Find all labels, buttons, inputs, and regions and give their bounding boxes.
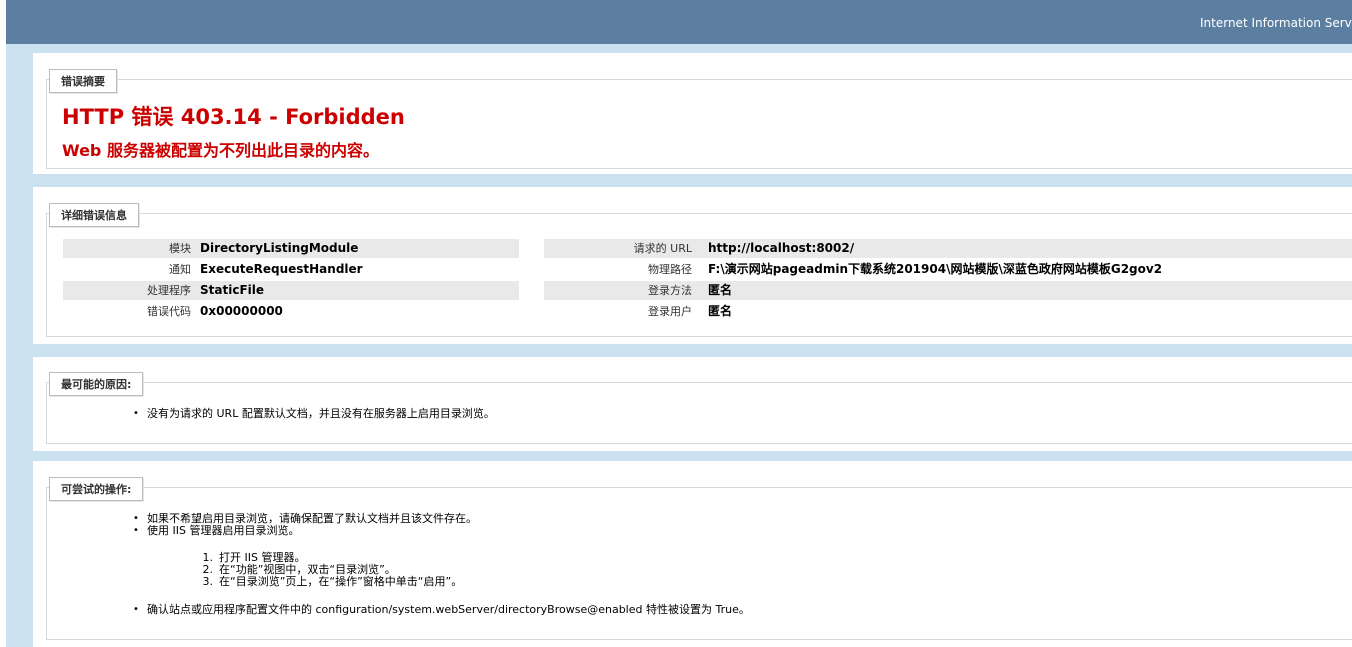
- detail-value: DirectoryListingModule: [200, 241, 359, 255]
- detail-value: StaticFile: [200, 283, 265, 297]
- detail-value: 匿名: [708, 283, 733, 297]
- causes-box: 最可能的原因: 没有为请求的 URL 配置默认文档，并且没有在服务器上启用目录浏…: [33, 357, 1352, 451]
- causes-legend: 最可能的原因:: [49, 372, 144, 396]
- actions-legend: 可尝试的操作:: [49, 477, 144, 501]
- page-header: Internet Information Serv: [6, 0, 1352, 44]
- detail-key: 登录方法: [648, 284, 692, 297]
- cause-item: 没有为请求的 URL 配置默认文档，并且没有在服务器上启用目录浏览。: [133, 408, 495, 421]
- detail-row-physical-path: 物理路径 F:\演示网站pageadmin下载系统201904\网站模版\深蓝色…: [544, 260, 1352, 279]
- details-legend: 详细错误信息: [49, 203, 139, 227]
- detail-key: 物理路径: [648, 263, 692, 276]
- error-summary-box: 错误摘要 HTTP 错误 403.14 - Forbidden Web 服务器被…: [33, 53, 1352, 174]
- causes-list: 没有为请求的 URL 配置默认文档，并且没有在服务器上启用目录浏览。: [133, 408, 495, 421]
- detail-key: 通知: [169, 263, 191, 276]
- detail-key: 模块: [169, 242, 191, 255]
- detail-value: http://localhost:8002/: [708, 241, 855, 255]
- detail-key: 错误代码: [147, 305, 191, 318]
- detail-key: 处理程序: [147, 284, 191, 297]
- actions-final-list: 确认站点或应用程序配置文件中的 configuration/system.web…: [133, 604, 750, 617]
- detail-value: F:\演示网站pageadmin下载系统201904\网站模版\深蓝色政府网站模…: [708, 262, 1163, 276]
- actions-box: 可尝试的操作: 如果不希望启用目录浏览，请确保配置了默认文档并且该文件存在。 使…: [33, 461, 1352, 647]
- step-item: 3. 在“目录浏览”页上，在“操作”窗格中单击“启用”。: [202, 575, 463, 588]
- header-title: Internet Information Serv: [1200, 16, 1352, 30]
- error-details-box: 详细错误信息 模块 DirectoryListingModule 通知 Exec…: [33, 187, 1352, 344]
- detail-key: 登录用户: [648, 305, 692, 318]
- detail-row-logon-method: 登录方法 匿名: [544, 281, 1352, 300]
- detail-key: 请求的 URL: [633, 242, 692, 255]
- error-heading: HTTP 错误 403.14 - Forbidden: [62, 105, 405, 129]
- detail-value: 匿名: [708, 304, 733, 318]
- detail-row-module: 模块 DirectoryListingModule: [63, 239, 519, 258]
- action-item: 使用 IIS 管理器启用目录浏览。: [133, 525, 477, 538]
- detail-row-error-code: 错误代码 0x00000000: [63, 302, 519, 321]
- detail-row-requested-url: 请求的 URL http://localhost:8002/: [544, 239, 1352, 258]
- summary-legend: 错误摘要: [49, 69, 117, 93]
- detail-value: ExecuteRequestHandler: [200, 262, 363, 276]
- action-item: 确认站点或应用程序配置文件中的 configuration/system.web…: [133, 604, 750, 617]
- steps-list: 1. 打开 IIS 管理器。 2. 在“功能”视图中，双击“目录浏览”。 3. 在“目…: [197, 552, 463, 588]
- detail-row-logon-user: 登录用户 匿名: [544, 302, 1352, 321]
- error-page: Internet Information Serv 错误摘要 HTTP 错误 4…: [6, 0, 1352, 647]
- detail-row-notification: 通知 ExecuteRequestHandler: [63, 260, 519, 279]
- error-subheading: Web 服务器被配置为不列出此目录的内容。: [62, 141, 379, 160]
- actions-list: 如果不希望启用目录浏览，请确保配置了默认文档并且该文件存在。 使用 IIS 管理…: [133, 513, 477, 538]
- detail-value: 0x00000000: [200, 304, 283, 318]
- detail-row-handler: 处理程序 StaticFile: [63, 281, 519, 300]
